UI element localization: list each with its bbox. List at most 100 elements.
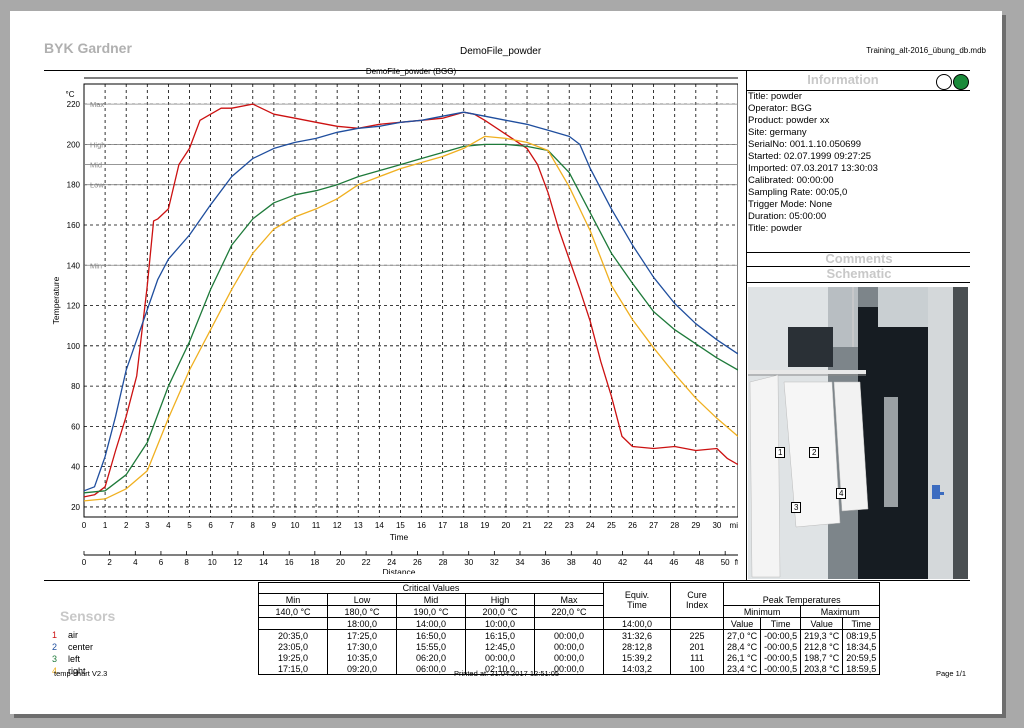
x-tick-label: 14 (375, 521, 384, 530)
reference-line-label: Max (90, 100, 104, 109)
series-line-left (83, 143, 738, 494)
equiv-time-value: 14:00,0 (603, 617, 671, 630)
panel-divider (746, 70, 747, 580)
sensor-value-cell: 14:03,2 (603, 663, 671, 675)
sensor-value-cell: 20:35,0 (258, 629, 328, 641)
x-tick-label: 30 (712, 521, 721, 530)
distance-tick-label: 24 (387, 558, 396, 567)
info-line: Imported: 07.03.2017 13:30:03 (748, 163, 878, 174)
distance-tick-label: 16 (285, 558, 294, 567)
info-line: Duration: 05:00:00 (748, 211, 827, 222)
sensor-row: 20:35,0 17:25,0 16:50,0 16:15,0 00:00,0 31:32… (258, 629, 881, 641)
x-tick-label: 15 (396, 521, 405, 530)
photo-label-3: 3 (791, 502, 802, 513)
peak-minimum-heading: Minimum (722, 605, 802, 618)
distance-tick-label: 0 (82, 558, 87, 567)
critical-column-heading: Max (534, 593, 604, 606)
y-tick-label: 200 (67, 140, 81, 149)
critical-column-heading: Low (327, 593, 397, 606)
sensor-value-cell: 198,7 °C (800, 652, 844, 663)
status-indicator-off (936, 74, 952, 90)
y-tick-label: 220 (67, 100, 81, 109)
sensor-value-cell: 08:19,5 (842, 629, 881, 641)
sensor-label: center (68, 642, 94, 652)
critical-duration-value: 14:00,0 (396, 617, 466, 630)
sensor-value-cell: 28,4 °C (722, 641, 762, 652)
critical-values-table: Critical Values Equiv. Time Cure Index Pea… (258, 582, 881, 675)
sensor-value-cell: 27,0 °C (722, 629, 762, 641)
x-tick-label: 1 (103, 521, 108, 530)
sensor-value-cell: 20:59,5 (842, 652, 881, 663)
critical-column-heading: Min (258, 593, 328, 606)
photo-label-2: 2 (809, 447, 820, 458)
sensors-heading: Sensors (60, 608, 116, 624)
sensor-row: 23:05,0 17:30,0 15:55,0 12:45,0 00:00,0 28:12… (258, 641, 881, 652)
y-unit-label: °C (66, 90, 75, 99)
critical-duration-value: 10:00,0 (465, 617, 535, 630)
cure-index-heading: Cure Index (670, 582, 724, 618)
sensor-value-cell: 17:25,0 (327, 629, 397, 641)
info-line: Product: powder xx (748, 115, 830, 126)
x-tick-label: 8 (251, 521, 256, 530)
x-axis-label: Time (390, 532, 409, 542)
comments-heading: Comments (825, 251, 893, 266)
info-line: Site: germany (748, 127, 807, 138)
distance-tick-label: 14 (259, 558, 268, 567)
sensor-value-cell: 16:15,0 (465, 629, 535, 641)
x-unit-label: min (730, 521, 738, 530)
sensor-value-cell: 111 (670, 652, 724, 663)
y-tick-label: 80 (71, 382, 80, 391)
x-tick-label: 18 (459, 521, 468, 530)
critical-duration-value (534, 617, 604, 630)
chart-title: DemoFile_powder (BGG) (366, 67, 457, 76)
document-title: DemoFile_powder (460, 46, 542, 57)
sensor-value-cell: 203,8 °C (800, 663, 844, 675)
x-tick-label: 11 (312, 521, 321, 530)
reference-line-label: Min (90, 261, 102, 270)
y-tick-label: 180 (67, 181, 81, 190)
temperature-chart: DemoFile_powder (BGG) Max High Mid Low Min 20 4… (51, 67, 738, 574)
distance-tick-label: 46 (669, 558, 678, 567)
schematic-heading: Schematic (826, 266, 892, 281)
sensor-value-cell: 16:50,0 (396, 629, 466, 641)
critical-values-heading: Critical Values (258, 582, 604, 594)
x-tick-label: 3 (145, 521, 150, 530)
distance-tick-label: 22 (362, 558, 371, 567)
sensor-value-cell: 15:39,2 (603, 652, 671, 663)
distance-tick-label: 4 (133, 558, 138, 567)
x-tick-label: 20 (501, 521, 510, 530)
distance-tick-label: 6 (159, 558, 164, 567)
sensor-value-cell: 23,4 °C (722, 663, 762, 675)
distance-tick-label: 28 (439, 558, 448, 567)
distance-tick-label: 26 (413, 558, 422, 567)
x-tick-label: 23 (565, 521, 574, 530)
reference-line-label: High (90, 140, 105, 149)
sensor-row: 17:15,0 09:20,0 06:00,0 02:10,0 00:00,0 14:03… (258, 663, 881, 675)
equiv-time-heading: Equiv. Time (603, 582, 671, 618)
critical-column-heading: Mid (396, 593, 466, 606)
x-tick-label: 13 (354, 521, 363, 530)
reference-line-label: Mid (90, 161, 102, 170)
plot-frame (83, 83, 738, 518)
info-line: Sampling Rate: 00:05,0 (748, 187, 848, 198)
x-tick-label: 25 (607, 521, 616, 530)
distance-tick-label: 30 (464, 558, 473, 567)
distance-tick-label: 8 (184, 558, 189, 567)
sensor-value-cell: -00:00,5 (760, 629, 802, 641)
reference-line-label: Low (90, 181, 104, 190)
critical-threshold-value: 140,0 °C (258, 605, 328, 618)
x-tick-label: 6 (208, 521, 213, 530)
sensor-value-cell: 28:12,8 (603, 641, 671, 652)
info-line: Title: powder (748, 91, 803, 102)
y-axis-label: Temperature (51, 276, 61, 324)
sensor-value-cell: 19:25,0 (258, 652, 328, 663)
table-top-divider (44, 580, 970, 581)
peak-max-value-heading: Value (800, 617, 844, 630)
x-tick-label: 29 (691, 521, 700, 530)
x-tick-label: 26 (628, 521, 637, 530)
distance-tick-label: 34 (516, 558, 525, 567)
sensor-value-cell: 09:20,0 (327, 663, 397, 675)
info-line: Calibrated: 00:00:00 (748, 175, 834, 186)
critical-column-heading: High (465, 593, 535, 606)
sensor-value-cell: 18:59,5 (842, 663, 881, 675)
